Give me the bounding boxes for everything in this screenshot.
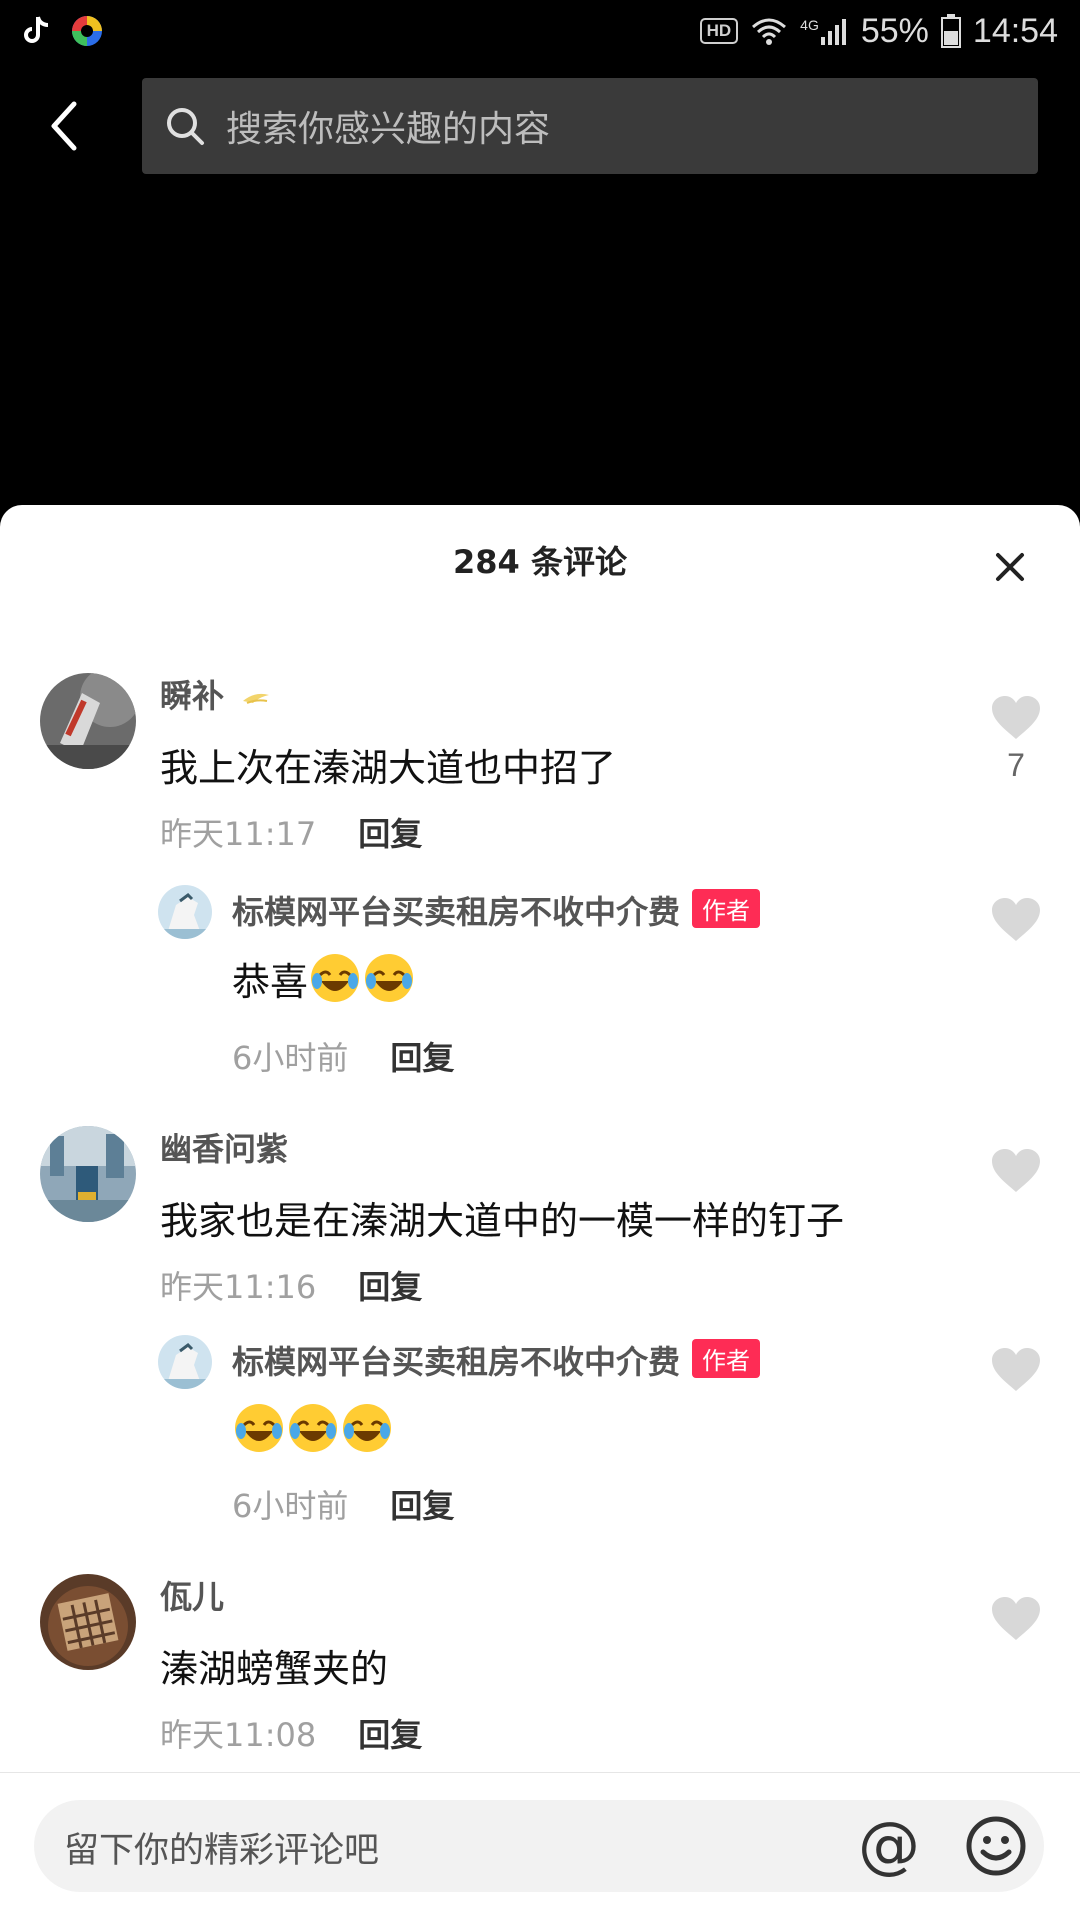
comment-text: 溱湖螃蟹夹的 — [160, 1647, 389, 1691]
reply-button[interactable]: 回复 — [358, 809, 422, 855]
username[interactable]: 标模网平台买卖租房不收中介费 作者 — [232, 887, 761, 933]
reply-button[interactable]: 回复 — [358, 1262, 422, 1308]
username[interactable]: 标模网平台买卖租房不收中介费 作者 — [232, 1337, 761, 1383]
comment-sheet: 284 条评论 瞬补 我上次在溱湖大道也中招了 昨天11:17 回复 7 标模网… — [0, 505, 1080, 1920]
hd-badge: HD — [699, 18, 739, 44]
app-logo-icon — [72, 16, 102, 46]
laugh-cry-emoji-icon — [235, 1404, 283, 1452]
search-icon — [167, 108, 204, 145]
avatar[interactable] — [158, 1335, 212, 1389]
emoji-button[interactable] — [964, 1814, 1028, 1878]
comment-time: 昨天11:17 — [160, 815, 317, 853]
network-type: 4G — [800, 17, 819, 33]
status-bar: HD 4G 55% 14:54 — [0, 0, 1080, 62]
wing-icon — [243, 693, 270, 704]
comment-meta: 6小时前 回复 — [232, 1481, 454, 1527]
comment-meta: 昨天11:17 回复 — [160, 809, 422, 855]
like-button[interactable] — [990, 1148, 1042, 1198]
smiley-icon — [966, 1816, 1026, 1876]
search-placeholder: 搜索你感兴趣的内容 — [226, 109, 551, 150]
heart-icon — [992, 1348, 1040, 1391]
author-badge: 作者 — [692, 1339, 761, 1378]
comment-input[interactable]: 留下你的精彩评论吧 @ — [34, 1800, 1044, 1892]
laugh-cry-emoji-icon — [365, 954, 414, 1002]
reply-button[interactable]: 回复 — [390, 1033, 454, 1079]
heart-icon — [992, 1149, 1040, 1192]
reply-button[interactable]: 回复 — [390, 1481, 454, 1527]
like-button[interactable] — [990, 1596, 1042, 1646]
username[interactable]: 佤儿 — [160, 1572, 224, 1618]
divider — [0, 1772, 1080, 1773]
laugh-cry-emoji-icon — [289, 1404, 337, 1452]
author-badge: 作者 — [692, 889, 761, 928]
wifi-icon — [752, 18, 787, 45]
comment-meta: 6小时前 回复 — [232, 1033, 454, 1079]
avatar[interactable] — [40, 673, 136, 769]
close-button[interactable] — [990, 547, 1030, 587]
comment-text: 我上次在溱湖大道也中招了 — [160, 746, 617, 790]
comment-time: 6小时前 — [232, 1039, 349, 1077]
reply-button[interactable]: 回复 — [358, 1710, 422, 1756]
comment-time: 6小时前 — [232, 1487, 349, 1525]
laugh-cry-emoji-icon — [343, 1404, 391, 1452]
signal-icon: 4G — [800, 17, 849, 45]
heart-icon — [992, 1597, 1040, 1640]
comment-time: 昨天11:16 — [160, 1268, 317, 1306]
username[interactable]: 幽香问紫 — [160, 1124, 288, 1170]
like-button[interactable] — [990, 1347, 1042, 1397]
comment-text: 恭喜 — [232, 951, 416, 1006]
mention-button[interactable]: @ — [854, 1812, 924, 1882]
like-button[interactable] — [990, 897, 1042, 947]
chevron-left-icon — [51, 101, 77, 151]
comment-count-title: 284 条评论 — [453, 543, 627, 581]
back-button[interactable] — [40, 96, 90, 156]
laugh-cry-emoji-icon — [311, 954, 360, 1002]
tiktok-icon — [24, 16, 49, 43]
like-count: 7 — [1007, 747, 1025, 783]
avatar[interactable] — [40, 1574, 136, 1670]
search-input[interactable]: 搜索你感兴趣的内容 — [142, 78, 1038, 174]
comment-meta: 昨天11:16 回复 — [160, 1262, 422, 1308]
heart-icon — [992, 898, 1040, 941]
username[interactable]: 瞬补 — [160, 671, 271, 717]
like-button[interactable]: 7 — [990, 695, 1042, 784]
clock: 14:54 — [972, 11, 1058, 50]
battery-icon — [940, 14, 961, 48]
battery-percent: 55% — [860, 11, 929, 50]
comment-text — [232, 1401, 394, 1455]
avatar[interactable] — [40, 1126, 136, 1222]
top-bar: 搜索你感兴趣的内容 — [0, 78, 1080, 174]
heart-icon — [992, 696, 1040, 739]
comment-input-placeholder: 留下你的精彩评论吧 — [64, 1831, 380, 1871]
close-icon — [996, 553, 1024, 581]
avatar[interactable] — [158, 885, 212, 939]
comment-meta: 昨天11:08 回复 — [160, 1710, 422, 1756]
comment-text: 我家也是在溱湖大道中的一模一样的钉子 — [160, 1199, 845, 1243]
comment-time: 昨天11:08 — [160, 1716, 317, 1754]
